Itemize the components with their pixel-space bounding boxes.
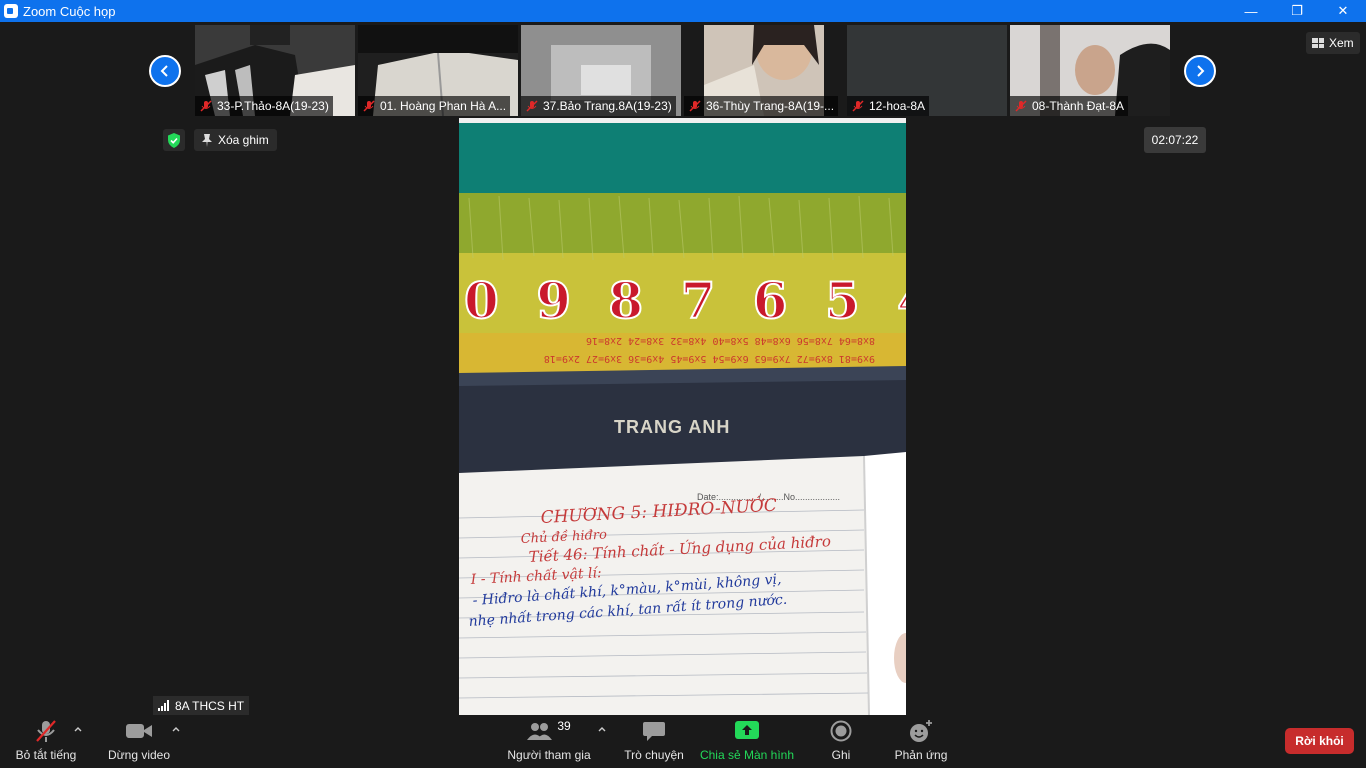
previous-page-button[interactable] [149,55,181,87]
participant-name-label: 01. Hoàng Phan Hà A... [358,96,511,116]
participant-thumbnail[interactable]: 36-Thùy Trang-8A(19-... [684,25,844,116]
participant-thumbnail[interactable]: 01. Hoàng Phan Hà A... [358,25,518,116]
chat-bubble-icon [643,722,665,741]
participants-icon [527,723,553,740]
leave-meeting-button[interactable]: Rời khỏi [1285,728,1354,754]
chevron-right-icon [1197,65,1205,77]
main-video[interactable]: 0 9 8 7 6 5 4 3 9x9=81 8x9=72 7x9=63 6x9… [459,118,906,715]
muted-mic-icon [1015,100,1027,112]
minimize-button[interactable]: — [1228,0,1274,22]
next-page-button[interactable] [1184,55,1216,87]
chat-button[interactable]: Trò chuyện [620,716,688,768]
muted-microphone-icon [36,720,56,742]
stop-video-button[interactable]: Dừng video [104,716,174,768]
maximize-button[interactable]: ❐ [1274,0,1320,22]
svg-text:8x8=64 7x8=56 6x8=48 5x8=40 4x: 8x8=64 7x8=56 6x8=48 5x8=40 4x8=32 3x8=2… [586,335,875,346]
muted-mic-icon [526,100,538,112]
unmute-button[interactable]: Bỏ tắt tiếng [10,716,82,768]
zoom-app-icon [4,4,18,18]
svg-text:9x9=81 8x9=72 7x9=63 6x9=54 5x: 9x9=81 8x9=72 7x9=63 6x9=54 5x9=45 4x9=3… [544,353,875,364]
record-button[interactable]: Ghi [820,716,862,768]
window-title: Zoom Cuộc họp [23,3,116,19]
shield-check-icon [168,132,180,148]
participant-name-label: 37.Bảo Trang.8A(19-23) [521,96,676,116]
reactions-button[interactable]: Phản ứng [890,716,952,768]
ruler-digits: 0 9 8 7 6 5 4 3 [464,271,906,330]
participant-count: 39 [557,719,571,733]
muted-mic-icon [363,100,375,112]
unpin-button[interactable]: Xóa ghim [194,129,277,151]
smiley-plus-icon [910,720,932,742]
participant-thumbnail[interactable]: 12-hoa-8A [847,25,1007,116]
participant-name-label: 33-P.Thảo-8A(19-23) [195,96,333,116]
pin-icon [202,133,212,147]
participant-thumbnail[interactable]: 33-P.Thảo-8A(19-23) [195,25,355,116]
grid-icon [1312,38,1324,48]
view-button[interactable]: Xem [1306,32,1360,54]
video-camera-icon [126,724,152,738]
title-bar: Zoom Cuộc họp — ❐ ✕ [0,0,1366,22]
participant-thumbnail[interactable]: 37.Bảo Trang.8A(19-23) [521,25,681,116]
chevron-left-icon [160,65,168,77]
notebook-brand: TRANG ANH [614,417,730,437]
participant-thumbnail[interactable]: 08-Thành Đạt-8A [1010,25,1170,116]
muted-mic-icon [689,100,701,112]
participants-button[interactable]: 39 Người tham gia [505,716,593,768]
signal-bars-icon [158,700,170,711]
share-screen-button[interactable]: Chia sẻ Màn hình [698,716,796,768]
record-icon [830,720,852,742]
video-options-caret-icon[interactable] [171,724,181,734]
close-button[interactable]: ✕ [1320,0,1366,22]
main-video-frame: 0 9 8 7 6 5 4 3 9x9=81 8x9=72 7x9=63 6x9… [459,118,906,715]
muted-mic-icon [852,100,864,112]
meeting-timer: 02:07:22 [1144,127,1206,153]
window-controls: — ❐ ✕ [1228,0,1366,22]
participant-name-label: 36-Thùy Trang-8A(19-... [684,96,839,116]
muted-mic-icon [200,100,212,112]
security-shield-icon[interactable] [163,129,185,151]
connection-status: 8A THCS HT [153,696,250,715]
meeting-toolbar: Bỏ tắt tiếng Dừng video 39 Người tham gi… [0,716,1366,768]
participant-name-label: 08-Thành Đạt-8A [1010,96,1129,116]
participant-name-label: 12-hoa-8A [847,96,930,116]
audio-options-caret-icon[interactable] [73,724,83,734]
share-screen-icon [735,721,759,739]
participants-options-caret-icon[interactable] [597,724,607,734]
